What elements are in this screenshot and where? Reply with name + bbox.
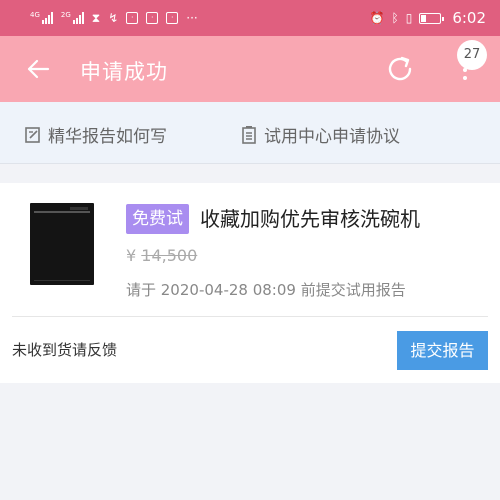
refresh-icon[interactable]	[385, 54, 415, 84]
back-arrow-icon[interactable]	[26, 57, 50, 81]
alarm-icon: ⏰	[369, 11, 385, 25]
submit-report-button[interactable]: 提交报告	[397, 331, 488, 370]
bluetooth-icon: ᛒ	[391, 11, 399, 25]
page-title: 申请成功	[80, 60, 168, 84]
delivery-feedback-link[interactable]: 未收到货请反馈	[12, 339, 117, 360]
report-guide-link[interactable]: 精华报告如何写	[24, 122, 167, 147]
free-trial-badge: 免费试	[126, 204, 189, 234]
product-title[interactable]: 收藏加购优先审核洗碗机	[200, 204, 420, 234]
report-deadline-note: 请于 2020-04-28 08:09 前提交试用报告	[126, 281, 406, 299]
battery-icon	[419, 12, 445, 24]
links-bar: 精华报告如何写 试用中心申请协议	[0, 102, 500, 164]
document-icon	[242, 125, 256, 144]
report-guide-label: 精华报告如何写	[48, 127, 167, 147]
dishwasher-image[interactable]	[30, 203, 94, 285]
shield-icon: ·	[146, 12, 159, 24]
agreement-link[interactable]: 试用中心申请协议	[240, 122, 400, 147]
more-dots-icon: ···	[186, 11, 198, 25]
status-time: 6:02	[452, 9, 486, 27]
app-icon: ·	[166, 12, 179, 24]
app-icon: ·	[126, 12, 139, 24]
signal-icon: 4G	[30, 12, 53, 24]
edit-doc-icon	[25, 126, 40, 143]
divider	[12, 316, 488, 317]
agreement-label: 试用中心申请协议	[264, 127, 400, 147]
signal-icon: 2G	[61, 12, 84, 24]
currency-symbol: ¥	[126, 246, 137, 265]
hourglass-icon: ⧗	[91, 11, 101, 25]
signal-label: 2G	[60, 11, 71, 19]
signal-label: 4G	[30, 11, 40, 19]
status-bar: 4G 2G ⧗ ↯ · · · ··· ⏰ ᛒ ▯ 6:02	[0, 0, 500, 36]
product-card: 免费试 收藏加购优先审核洗碗机 ¥ 14,500 请于 2020-04-28 0…	[0, 183, 500, 383]
notification-badge[interactable]: 27	[457, 40, 487, 70]
product-price: ¥ 14,500	[126, 246, 197, 265]
nav-bar: 申请成功 27	[0, 36, 500, 102]
vibrate-icon: ▯	[405, 11, 413, 25]
nfc-icon: ↯	[108, 11, 119, 25]
price-value: 14,500	[141, 246, 198, 265]
